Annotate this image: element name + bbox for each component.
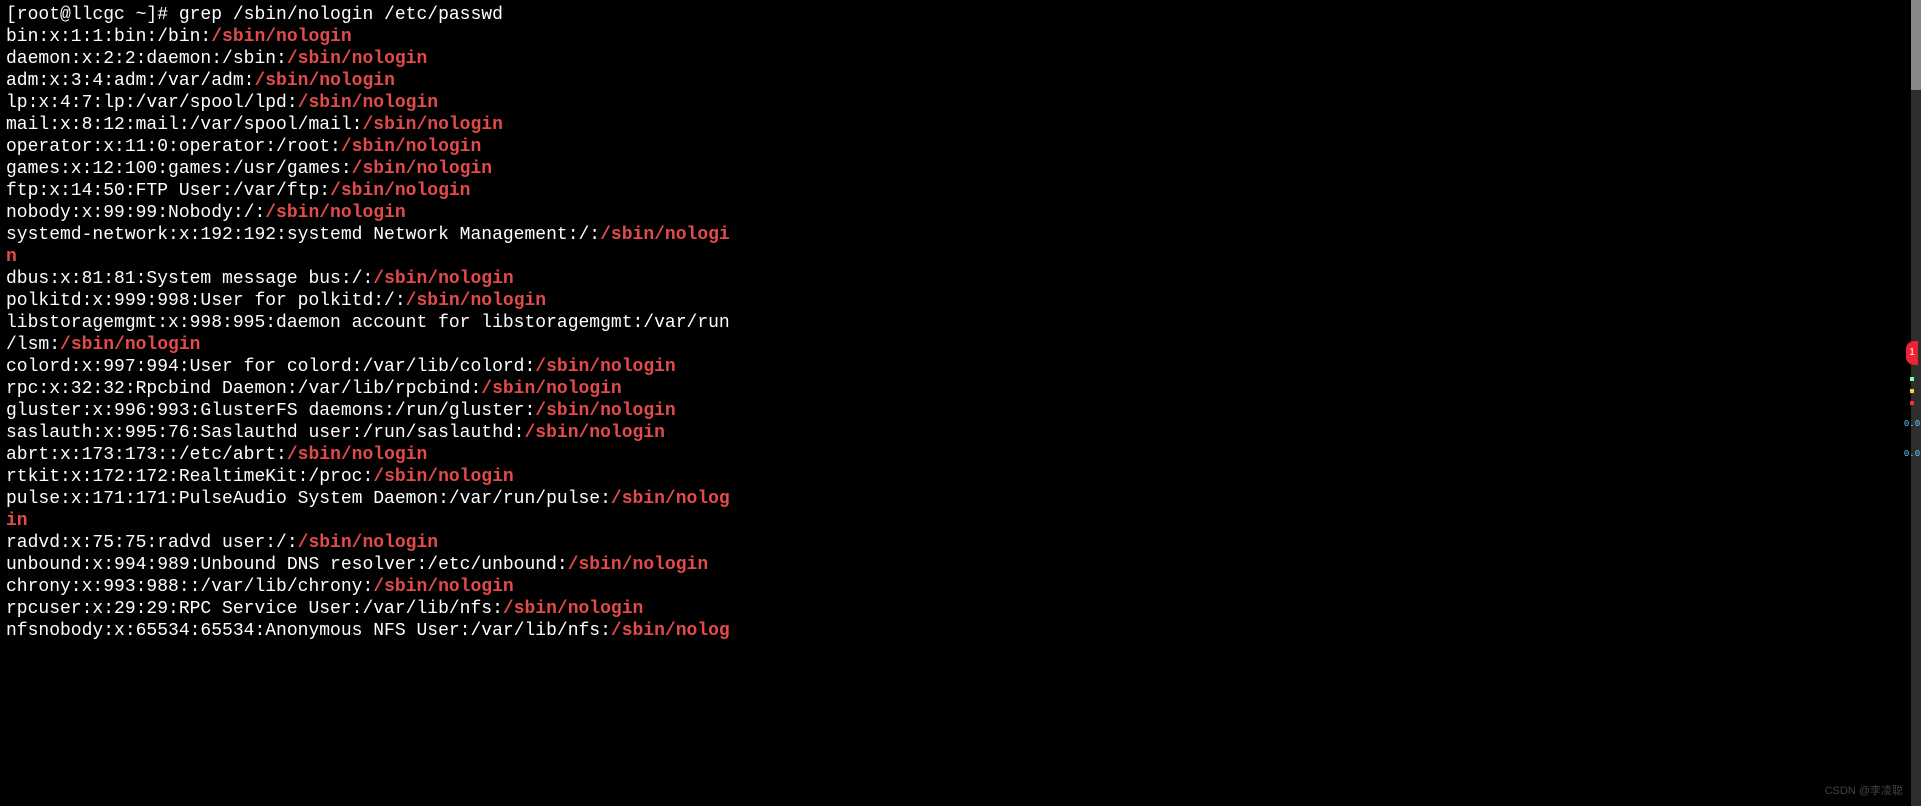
grep-match: /sbin/nologin [298,93,438,113]
row-pre: operator:x:11:0:operator:/root: [6,137,341,157]
grep-match: /sbin/nologi [600,225,730,245]
terminal-line: systemd-network:x:192:192:systemd Networ… [6,224,1915,246]
grep-match: /sbin/nologin [60,335,200,355]
scrollbar-thumb[interactable] [1911,0,1921,90]
row-pre: mail:x:8:12:mail:/var/spool/mail: [6,115,362,135]
grep-match: /sbin/nologin [287,445,427,465]
metric-value: 0.0 [1904,443,1920,465]
metric-value: 0.0 [1904,413,1920,435]
terminal-line: mail:x:8:12:mail:/var/spool/mail:/sbin/n… [6,114,1915,136]
notification-badge[interactable]: 1 [1906,341,1918,365]
row-pre: saslauth:x:995:76:Saslauthd user:/run/sa… [6,423,524,443]
grep-match: /sbin/nologin [373,269,513,289]
terminal-line: chrony:x:993:988::/var/lib/chrony:/sbin/… [6,576,1915,598]
grep-match: /sbin/nologin [211,27,351,47]
row-pre: gluster:x:996:993:GlusterFS daemons:/run… [6,401,535,421]
terminal-line: nobody:x:99:99:Nobody:/:/sbin/nologin [6,202,1915,224]
grep-match: /sbin/nolog [611,489,730,509]
terminal-line: radvd:x:75:75:radvd user:/:/sbin/nologin [6,532,1915,554]
terminal-line: n [6,246,1915,268]
grep-match: /sbin/nologin [254,71,394,91]
row-pre: ftp:x:14:50:FTP User:/var/ftp: [6,181,330,201]
terminal-line: in [6,510,1915,532]
terminal-line: abrt:x:173:173::/etc/abrt:/sbin/nologin [6,444,1915,466]
grep-match: /sbin/nologin [373,577,513,597]
row-pre: chrony:x:993:988::/var/lib/chrony: [6,577,373,597]
terminal-line: games:x:12:100:games:/usr/games:/sbin/no… [6,158,1915,180]
command-line: [root@llcgc ~]# grep /sbin/nologin /etc/… [6,5,503,25]
row-pre: lp:x:4:7:lp:/var/spool/lpd: [6,93,298,113]
grep-match: /sbin/nologin [373,467,513,487]
grep-match: /sbin/nologin [362,115,502,135]
grep-match: /sbin/nolog [611,621,730,641]
watermark-text: CSDN @李凌聪 [1825,780,1903,802]
row-pre: rpcuser:x:29:29:RPC Service User:/var/li… [6,599,503,619]
grep-match: /sbin/nologin [341,137,481,157]
row-pre: libstoragemgmt:x:998:995:daemon account … [6,313,730,333]
grep-match: /sbin/nologin [535,357,675,377]
terminal-output[interactable]: [root@llcgc ~]# grep /sbin/nologin /etc/… [0,0,1921,646]
terminal-line: lp:x:4:7:lp:/var/spool/lpd:/sbin/nologin [6,92,1915,114]
row-pre: radvd:x:75:75:radvd user:/: [6,533,298,553]
terminal-line: unbound:x:994:989:Unbound DNS resolver:/… [6,554,1915,576]
row-pre: daemon:x:2:2:daemon:/sbin: [6,49,287,69]
indicator-red-icon [1910,401,1914,405]
terminal-line: pulse:x:171:171:PulseAudio System Daemon… [6,488,1915,510]
grep-match: /sbin/nologin [287,49,427,69]
terminal-line: rpc:x:32:32:Rpcbind Daemon:/var/lib/rpcb… [6,378,1915,400]
row-pre: colord:x:997:994:User for colord:/var/li… [6,357,535,377]
terminal-line: ftp:x:14:50:FTP User:/var/ftp:/sbin/nolo… [6,180,1915,202]
row-pre: polkitd:x:999:998:User for polkitd:/: [6,291,406,311]
grep-match: /sbin/nologin [481,379,621,399]
terminal-line: daemon:x:2:2:daemon:/sbin:/sbin/nologin [6,48,1915,70]
indicator-green-icon [1910,377,1914,381]
terminal-line: dbus:x:81:81:System message bus:/:/sbin/… [6,268,1915,290]
row-pre: pulse:x:171:171:PulseAudio System Daemon… [6,489,611,509]
grep-match: /sbin/nologin [406,291,546,311]
terminal-line: nfsnobody:x:65534:65534:Anonymous NFS Us… [6,620,1915,642]
grep-match: in [6,511,28,531]
row-pre: bin:x:1:1:bin:/bin: [6,27,211,47]
grep-match: /sbin/nologin [524,423,664,443]
terminal-line: polkitd:x:999:998:User for polkitd:/:/sb… [6,290,1915,312]
grep-match: /sbin/nologin [503,599,643,619]
row-pre: /lsm: [6,335,60,355]
terminal-line: operator:x:11:0:operator:/root:/sbin/nol… [6,136,1915,158]
terminal-line: rtkit:x:172:172:RealtimeKit:/proc:/sbin/… [6,466,1915,488]
grep-match: /sbin/nologin [568,555,708,575]
row-pre: dbus:x:81:81:System message bus:/: [6,269,373,289]
terminal-line: bin:x:1:1:bin:/bin:/sbin/nologin [6,26,1915,48]
grep-match: /sbin/nologin [265,203,405,223]
row-pre: nobody:x:99:99:Nobody:/: [6,203,265,223]
terminal-line: gluster:x:996:993:GlusterFS daemons:/run… [6,400,1915,422]
row-pre: games:x:12:100:games:/usr/games: [6,159,352,179]
grep-match: /sbin/nologin [330,181,470,201]
row-pre: systemd-network:x:192:192:systemd Networ… [6,225,600,245]
terminal-line: rpcuser:x:29:29:RPC Service User:/var/li… [6,598,1915,620]
terminal-line: /lsm:/sbin/nologin [6,334,1915,356]
row-pre: abrt:x:173:173::/etc/abrt: [6,445,287,465]
grep-match: /sbin/nologin [298,533,438,553]
terminal-line: colord:x:997:994:User for colord:/var/li… [6,356,1915,378]
terminal-line: saslauth:x:995:76:Saslauthd user:/run/sa… [6,422,1915,444]
terminal-line: libstoragemgmt:x:998:995:daemon account … [6,312,1915,334]
row-pre: rtkit:x:172:172:RealtimeKit:/proc: [6,467,373,487]
row-pre: nfsnobody:x:65534:65534:Anonymous NFS Us… [6,621,611,641]
row-pre: adm:x:3:4:adm:/var/adm: [6,71,254,91]
monitor-sidebar: 1 0.0 0.0 [1903,341,1921,465]
terminal-line: adm:x:3:4:adm:/var/adm:/sbin/nologin [6,70,1915,92]
grep-match: /sbin/nologin [535,401,675,421]
terminal-line: [root@llcgc ~]# grep /sbin/nologin /etc/… [6,4,1915,26]
indicator-yellow-icon [1910,389,1914,393]
grep-match: /sbin/nologin [352,159,492,179]
row-pre: unbound:x:994:989:Unbound DNS resolver:/… [6,555,568,575]
row-pre: rpc:x:32:32:Rpcbind Daemon:/var/lib/rpcb… [6,379,481,399]
grep-match: n [6,247,17,267]
